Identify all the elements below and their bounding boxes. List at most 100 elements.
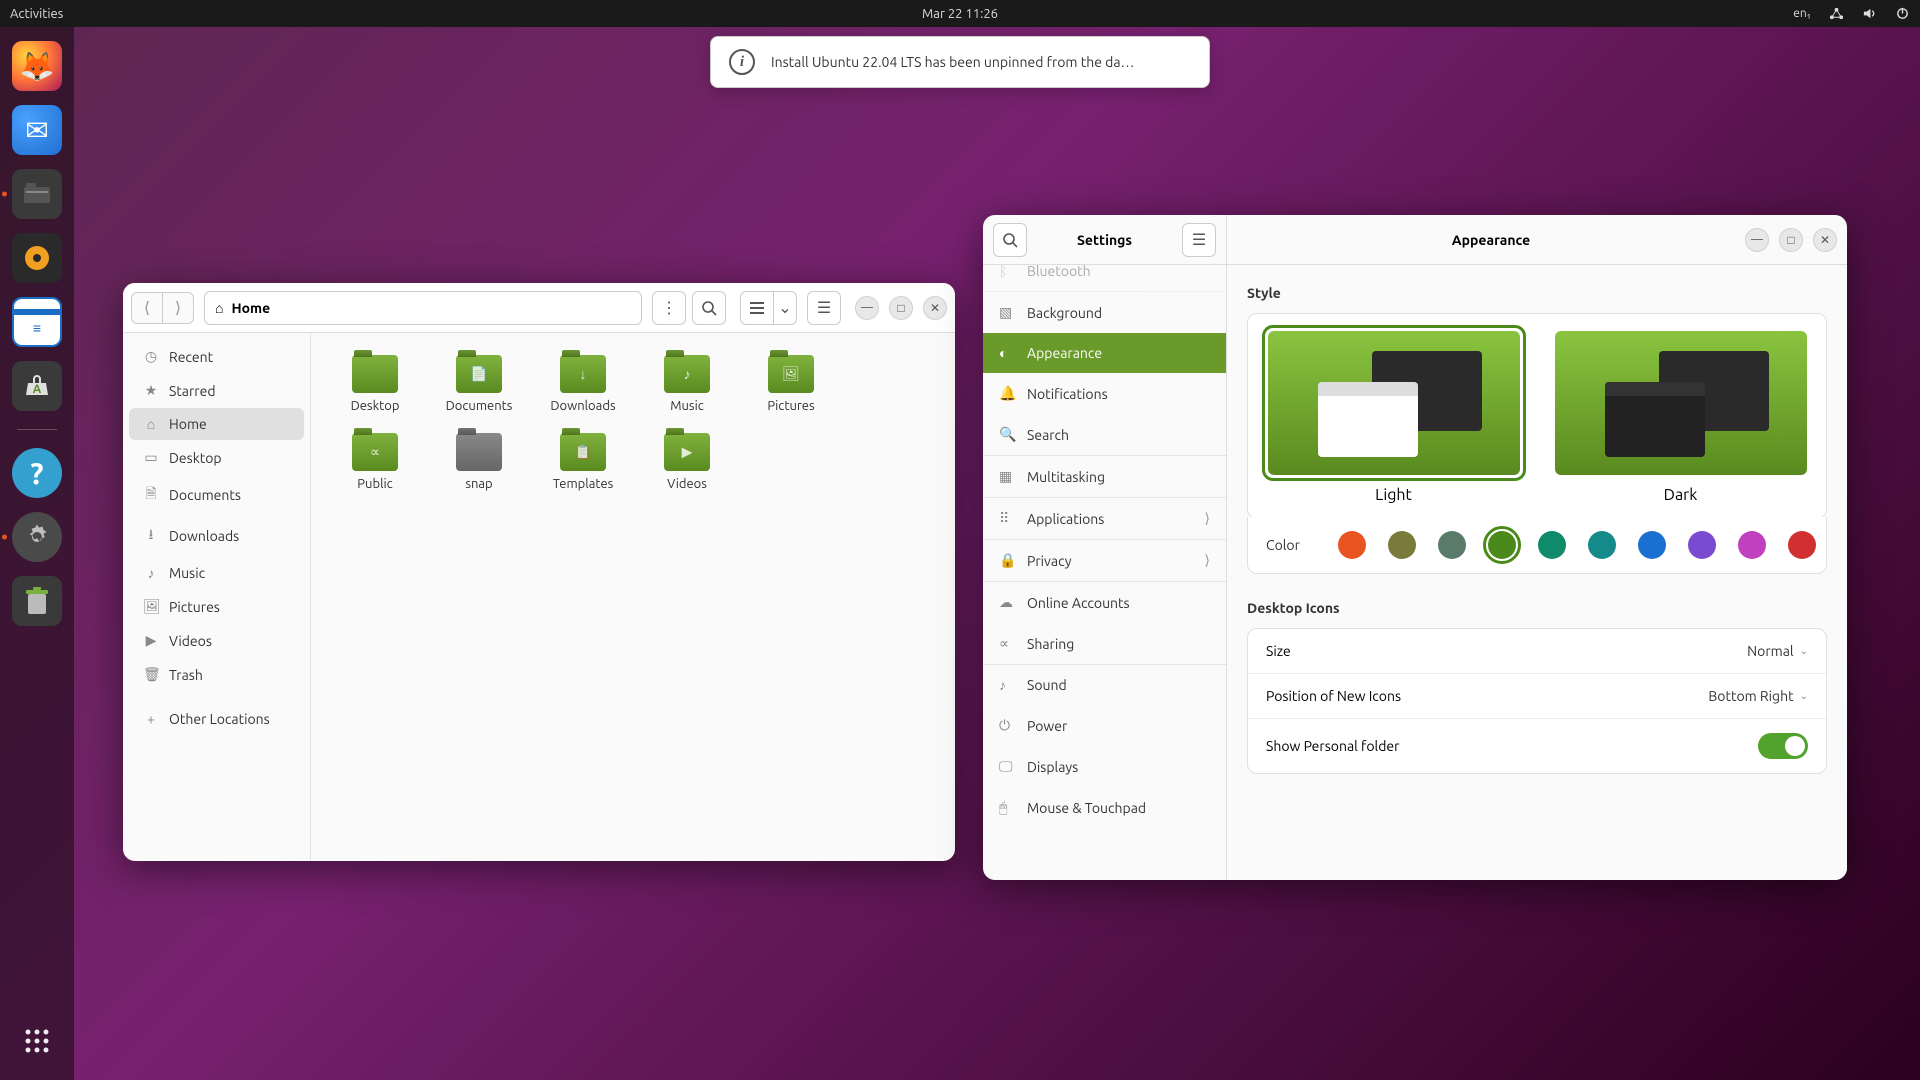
notification-toast[interactable]: i Install Ubuntu 22.04 LTS has been unpi… (710, 36, 1210, 88)
personal-folder-toggle[interactable] (1758, 733, 1808, 759)
folder-label: Templates (553, 477, 614, 491)
input-lang-indicator[interactable]: en₁ (1793, 7, 1811, 20)
sidebar-item-videos[interactable]: ▶Videos (129, 624, 304, 657)
clock[interactable]: Mar 22 11:26 (922, 7, 998, 21)
show-apps-button[interactable] (12, 1016, 62, 1066)
size-row[interactable]: Size Normal⌄ (1248, 629, 1826, 674)
path-menu-button[interactable]: ⋮ (652, 291, 686, 325)
dock-rhythmbox[interactable] (12, 233, 62, 283)
maximize-button[interactable]: □ (1779, 228, 1803, 252)
sidebar-item-recent[interactable]: ◷Recent (129, 340, 304, 373)
sh-icon: ∝ (999, 635, 1015, 652)
folder-pictures[interactable]: 🖼Pictures (741, 347, 841, 421)
close-button[interactable]: ✕ (1813, 228, 1837, 252)
color-swatch-4[interactable] (1538, 531, 1566, 559)
maximize-button[interactable]: □ (889, 296, 913, 320)
color-swatch-8[interactable] (1738, 531, 1766, 559)
nav-item-displays[interactable]: 🖵Displays (983, 746, 1226, 787)
dock-settings[interactable] (12, 512, 62, 562)
color-swatch-9[interactable] (1788, 531, 1816, 559)
pic-icon: 🖼 (143, 598, 159, 615)
files-window: ⟨ ⟩ ⌂ Home ⋮ ⌄ ☰ — □ ✕ ◷Recent★Starred⌂H… (123, 283, 955, 861)
nav-item-bluetooth[interactable]: ᛒBluetooth (983, 265, 1226, 292)
dock-firefox[interactable]: 🦊 (12, 41, 62, 91)
folder-templates[interactable]: 📋Templates (533, 425, 633, 499)
folder-desktop[interactable]: Desktop (325, 347, 425, 421)
folder-downloads[interactable]: ↓Downloads (533, 347, 633, 421)
color-swatch-0[interactable] (1338, 531, 1366, 559)
folder-snap[interactable]: snap (429, 425, 529, 499)
files-content[interactable]: Desktop📄Documents↓Downloads♪Music🖼Pictur… (311, 333, 955, 861)
nav-item-sharing[interactable]: ∝Sharing (983, 623, 1226, 665)
sidebar-item-pictures[interactable]: 🖼Pictures (129, 590, 304, 623)
color-swatch-5[interactable] (1588, 531, 1616, 559)
chevron-right-icon: ⟩ (1205, 552, 1210, 569)
dock-files[interactable] (12, 169, 62, 219)
color-swatch-6[interactable] (1638, 531, 1666, 559)
nav-item-mouse-touchpad[interactable]: 🖱Mouse & Touchpad (983, 787, 1226, 828)
dock-trash[interactable] (12, 576, 62, 626)
nav-item-power[interactable]: ⏻Power (983, 705, 1226, 746)
minimize-button[interactable]: — (1745, 228, 1769, 252)
nav-forward-button[interactable]: ⟩ (162, 292, 194, 324)
settings-menu-button[interactable]: ☰ (1182, 223, 1216, 257)
color-swatch-2[interactable] (1438, 531, 1466, 559)
settings-content: Style LightDark Color Desktop Icons Size… (1227, 265, 1847, 880)
sidebar-item-documents[interactable]: 🗎Documents (129, 475, 304, 515)
settings-search-button[interactable] (993, 223, 1027, 257)
dock-software[interactable]: A (12, 361, 62, 411)
nav-item-online-accounts[interactable]: ☁Online Accounts (983, 582, 1226, 623)
activities-button[interactable]: Activities (10, 7, 63, 21)
dock-writer[interactable]: ≡ (12, 297, 62, 347)
close-button[interactable]: ✕ (923, 296, 947, 320)
folder-documents[interactable]: 📄Documents (429, 347, 529, 421)
dock-help[interactable]: ? (12, 448, 62, 498)
nt-icon: 🔔 (999, 385, 1015, 402)
toast-text: Install Ubuntu 22.04 LTS has been unpinn… (771, 54, 1134, 70)
view-list-button[interactable] (740, 291, 774, 325)
path-bar[interactable]: ⌂ Home (204, 291, 642, 325)
folder-music[interactable]: ♪Music (637, 347, 737, 421)
sidebar-item-starred[interactable]: ★Starred (129, 374, 304, 407)
network-icon[interactable] (1829, 6, 1844, 21)
color-swatch-3[interactable] (1488, 531, 1516, 559)
pv-icon: 🔒 (999, 552, 1015, 569)
color-swatch-7[interactable] (1688, 531, 1716, 559)
nav-item-sound[interactable]: ♪Sound (983, 665, 1226, 705)
nav-item-multitasking[interactable]: ▦Multitasking (983, 456, 1226, 498)
color-row: Color (1247, 517, 1827, 574)
nav-item-privacy[interactable]: 🔒Privacy⟩ (983, 540, 1226, 582)
sidebar-item-downloads[interactable]: ⭳Downloads (129, 516, 304, 556)
style-option-light[interactable]: Light (1265, 328, 1523, 504)
down-icon: ⭳ (143, 524, 159, 548)
color-swatch-1[interactable] (1388, 531, 1416, 559)
nav-item-label: Applications (1027, 511, 1104, 527)
bg-icon: ▧ (999, 304, 1015, 321)
sidebar-item-label: Home (169, 416, 207, 432)
style-option-dark[interactable]: Dark (1552, 328, 1810, 504)
nav-back-button[interactable]: ⟨ (131, 292, 163, 324)
sidebar-item-music[interactable]: ♪Music (129, 557, 304, 589)
clock-icon: ◷ (143, 348, 159, 365)
nav-item-notifications[interactable]: 🔔Notifications (983, 373, 1226, 414)
style-label: Dark (1664, 486, 1698, 504)
power-icon[interactable] (1895, 6, 1910, 21)
search-button[interactable] (692, 291, 726, 325)
folder-videos[interactable]: ▶Videos (637, 425, 737, 499)
nav-item-background[interactable]: ▧Background (983, 292, 1226, 333)
sidebar-item-desktop[interactable]: ▭Desktop (129, 441, 304, 474)
sidebar-item-home[interactable]: ⌂Home (129, 408, 304, 440)
nav-item-appearance[interactable]: ◐Appearance (983, 333, 1226, 373)
nav-item-label: Mouse & Touchpad (1027, 800, 1146, 816)
folder-public[interactable]: ∝Public (325, 425, 425, 499)
minimize-button[interactable]: — (855, 296, 879, 320)
sidebar-item-other-locations[interactable]: +Other Locations (129, 703, 304, 735)
dock-thunderbird[interactable]: ✉ (12, 105, 62, 155)
nav-item-search[interactable]: 🔍Search (983, 414, 1226, 456)
sidebar-item-trash[interactable]: 🗑Trash (129, 658, 304, 691)
hamburger-menu-button[interactable]: ☰ (807, 291, 841, 325)
position-row[interactable]: Position of New Icons Bottom Right⌄ (1248, 674, 1826, 719)
nav-item-applications[interactable]: ⠿Applications⟩ (983, 498, 1226, 540)
volume-icon[interactable] (1862, 6, 1877, 21)
view-options-button[interactable]: ⌄ (773, 291, 797, 325)
